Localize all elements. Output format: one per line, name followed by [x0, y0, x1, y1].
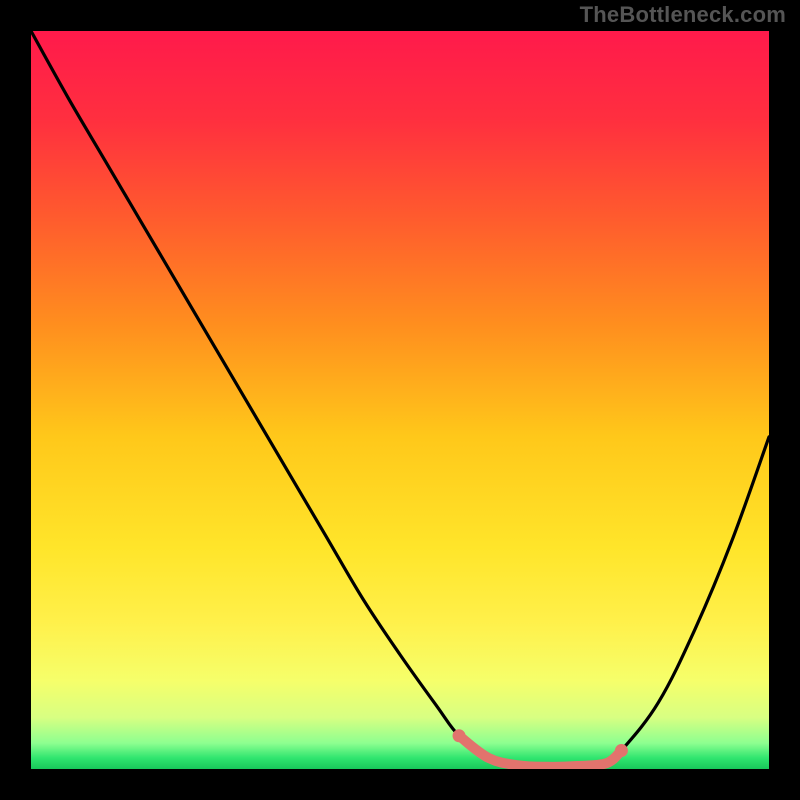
chart-svg — [31, 31, 769, 769]
highlight-endpoint-right — [615, 744, 628, 757]
watermark-text: TheBottleneck.com — [580, 2, 786, 28]
plot-area — [31, 31, 769, 769]
chart-frame: TheBottleneck.com — [0, 0, 800, 800]
highlight-endpoint-left — [453, 729, 466, 742]
gradient-background — [31, 31, 769, 769]
